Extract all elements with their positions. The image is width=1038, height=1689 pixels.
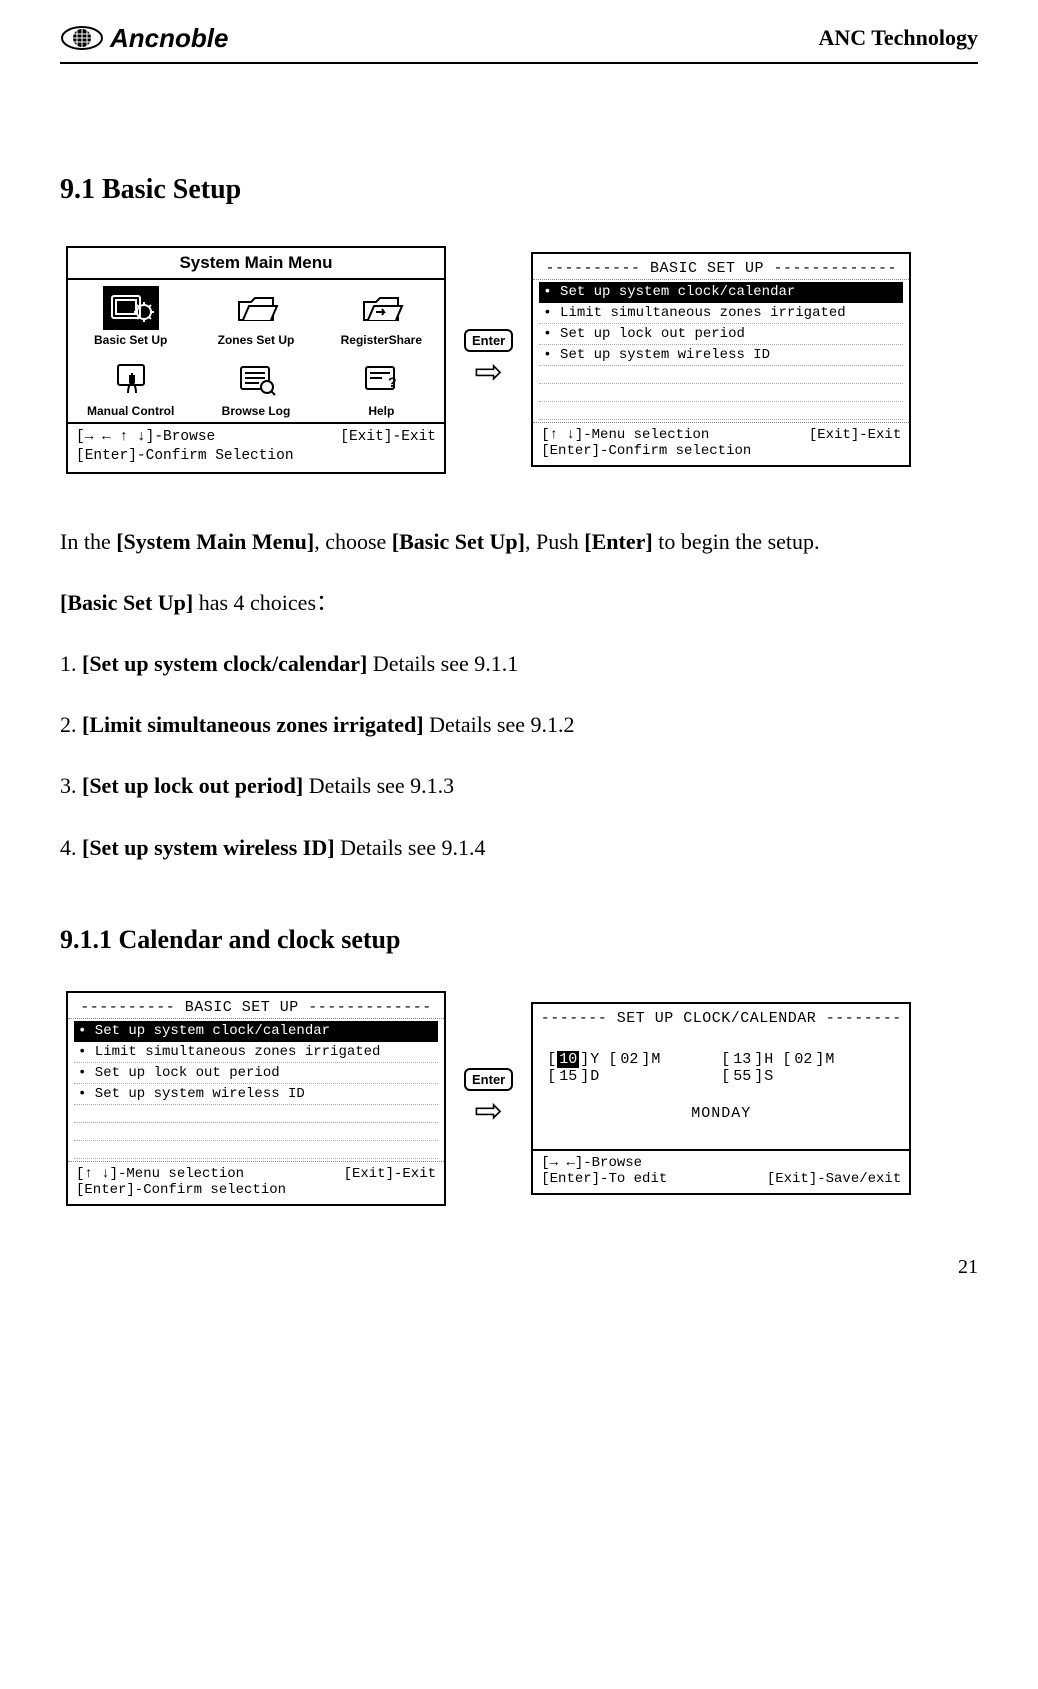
- enter-indicator: Enter ⇨: [464, 329, 513, 390]
- hint-exit: [Exit]-Exit: [344, 1166, 436, 1182]
- enter-button[interactable]: Enter: [464, 329, 513, 352]
- menu-item-help[interactable]: ? Help: [319, 351, 444, 422]
- arrow-right-icon: ⇨: [474, 1095, 503, 1129]
- clock-second[interactable]: [55]S: [721, 1068, 773, 1085]
- hint-browse: [→ ←]-Browse: [541, 1155, 901, 1171]
- hand-icon: [103, 357, 159, 401]
- list-option-3: 3. [Set up lock out period] Details see …: [60, 768, 978, 803]
- page-number: 21: [60, 1256, 978, 1279]
- basic-setup-list: • Set up system clock/calendar • Limit s…: [68, 1019, 444, 1161]
- settings-icon: [103, 286, 159, 330]
- screens-row-2: ---------- BASIC SET UP ------------- • …: [66, 991, 978, 1206]
- list-spacer: [74, 1123, 438, 1141]
- clock-body: [10]Y [02]M [15]D [13]H [02]M [55]S MOND…: [533, 1029, 909, 1149]
- menu-label: Help: [368, 404, 394, 418]
- menu-label: Zones Set Up: [218, 333, 295, 347]
- folder-icon: [228, 286, 284, 330]
- paragraph-2: [Basic Set Up] has 4 choices：: [60, 585, 978, 620]
- section-heading-9-1-1: 9.1.1 Calendar and clock setup: [60, 925, 978, 955]
- section-heading-9-1: 9.1 Basic Setup: [60, 174, 978, 206]
- basic-setup-list: • Set up system clock/calendar • Limit s…: [533, 280, 909, 422]
- screen-main-menu: System Main Menu Basic Set Up Zones Set …: [66, 246, 446, 474]
- list-spacer: [539, 402, 903, 420]
- list-spacer: [539, 384, 903, 402]
- clock-day[interactable]: [15]D: [547, 1068, 599, 1085]
- menu-label: Manual Control: [87, 404, 174, 418]
- screen-basic-setup: ---------- BASIC SET UP ------------- • …: [531, 252, 911, 467]
- list-option-1: 1. [Set up system clock/calendar] Detail…: [60, 646, 978, 681]
- hint-edit: [Enter]-To edit: [541, 1171, 667, 1187]
- clock-minute[interactable]: [02]M: [782, 1051, 834, 1068]
- paragraph-1: In the [System Main Menu], choose [Basic…: [60, 524, 978, 559]
- screen-title: System Main Menu: [68, 248, 444, 280]
- menu-label: RegisterShare: [341, 333, 422, 347]
- hint-menu: [↑ ↓]-Menu selection: [541, 427, 709, 443]
- list-item-lockout[interactable]: • Set up lock out period: [74, 1063, 438, 1084]
- clock-weekday: MONDAY: [547, 1105, 895, 1122]
- list-item-zones[interactable]: • Limit simultaneous zones irrigated: [539, 303, 903, 324]
- hint-confirm: [Enter]-Confirm selection: [541, 443, 901, 459]
- menu-item-manual-control[interactable]: Manual Control: [68, 351, 193, 422]
- screen-basic-setup-2: ---------- BASIC SET UP ------------- • …: [66, 991, 446, 1206]
- enter-indicator-2: Enter ⇨: [464, 1068, 513, 1129]
- enter-button[interactable]: Enter: [464, 1068, 513, 1091]
- screen-clock-calendar: ------- SET UP CLOCK/CALENDAR -------- […: [531, 1002, 911, 1195]
- list-item-zones[interactable]: • Limit simultaneous zones irrigated: [74, 1042, 438, 1063]
- list-spacer: [539, 366, 903, 384]
- list-spacer: [74, 1105, 438, 1123]
- screen-hints: [→ ←]-Browse [Enter]-To edit [Exit]-Save…: [533, 1149, 909, 1193]
- clock-year[interactable]: [10]Y: [547, 1051, 599, 1068]
- hint-confirm: [Enter]-Confirm selection: [76, 1182, 436, 1198]
- page-header: Ancnoble ANC Technology: [60, 20, 978, 64]
- clock-month[interactable]: [02]M: [608, 1051, 660, 1068]
- clock-hour[interactable]: [13]H: [721, 1051, 773, 1068]
- svg-text:?: ?: [388, 374, 397, 390]
- list-spacer: [74, 1141, 438, 1159]
- screen-dashed-title: ---------- BASIC SET UP -------------: [533, 254, 909, 280]
- hint-browse: [→ ← ↑ ↓]-Browse: [76, 428, 215, 447]
- logo: Ancnoble: [60, 20, 260, 56]
- screens-row-1: System Main Menu Basic Set Up Zones Set …: [66, 246, 978, 474]
- logo-icon: Ancnoble: [60, 20, 260, 56]
- list-item-clock[interactable]: • Set up system clock/calendar: [539, 282, 903, 303]
- list-item-wireless[interactable]: • Set up system wireless ID: [539, 345, 903, 366]
- hint-exit: [Exit]-Exit: [340, 428, 436, 447]
- list-item-lockout[interactable]: • Set up lock out period: [539, 324, 903, 345]
- arrow-right-icon: ⇨: [474, 356, 503, 390]
- screen-dashed-title: ------- SET UP CLOCK/CALENDAR --------: [533, 1004, 909, 1029]
- company-name: ANC Technology: [818, 25, 978, 51]
- hint-confirm: [Enter]-Confirm Selection: [76, 447, 436, 466]
- menu-item-browse-log[interactable]: Browse Log: [193, 351, 318, 422]
- list-item-clock[interactable]: • Set up system clock/calendar: [74, 1021, 438, 1042]
- folder-share-icon: [353, 286, 409, 330]
- help-icon: ?: [353, 357, 409, 401]
- menu-item-register-share[interactable]: RegisterShare: [319, 280, 444, 351]
- menu-label: Browse Log: [222, 404, 291, 418]
- screen-hints: [↑ ↓]-Menu selection [Exit]-Exit [Enter]…: [68, 1161, 444, 1204]
- menu-item-basic-set-up[interactable]: Basic Set Up: [68, 280, 193, 351]
- screen-hints: [→ ← ↑ ↓]-Browse [Exit]-Exit [Enter]-Con…: [68, 424, 444, 472]
- logo-text: Ancnoble: [109, 23, 228, 53]
- list-item-wireless[interactable]: • Set up system wireless ID: [74, 1084, 438, 1105]
- hint-menu: [↑ ↓]-Menu selection: [76, 1166, 244, 1182]
- log-icon: [228, 357, 284, 401]
- hint-exit: [Exit]-Save/exit: [767, 1171, 901, 1187]
- hint-exit: [Exit]-Exit: [809, 427, 901, 443]
- menu-label: Basic Set Up: [94, 333, 167, 347]
- screen-hints: [↑ ↓]-Menu selection [Exit]-Exit [Enter]…: [533, 422, 909, 465]
- list-option-2: 2. [Limit simultaneous zones irrigated] …: [60, 707, 978, 742]
- screen-dashed-title: ---------- BASIC SET UP -------------: [68, 993, 444, 1019]
- list-option-4: 4. [Set up system wireless ID] Details s…: [60, 830, 978, 865]
- clock-values-row: [10]Y [02]M [15]D [13]H [02]M [55]S: [547, 1051, 895, 1085]
- menu-grid: Basic Set Up Zones Set Up RegisterShare …: [68, 280, 444, 424]
- menu-item-zones-set-up[interactable]: Zones Set Up: [193, 280, 318, 351]
